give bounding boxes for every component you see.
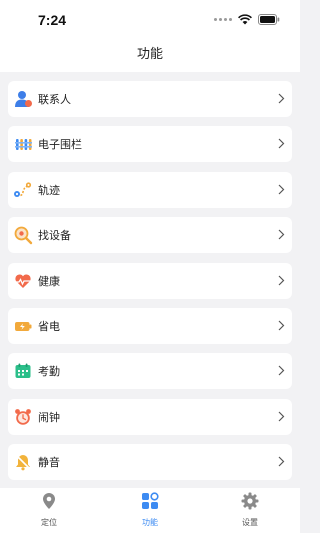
health-icon [12, 270, 34, 292]
location-pin-icon [43, 493, 55, 509]
chevron-right-icon [278, 275, 285, 285]
tab-label: 功能 [142, 518, 158, 527]
chevron-right-icon [278, 456, 285, 467]
list-item-find-device[interactable]: 找设备 [8, 217, 292, 254]
chevron-right-icon [278, 229, 285, 240]
feature-list: 联系人 电子围栏 轨迹 找设备 健康 省电 考勤 闹钟 静音 [8, 81, 292, 490]
chevron-right-icon [278, 93, 285, 104]
wifi-icon [238, 13, 252, 24]
list-item-label: 电子围栏 [38, 139, 82, 152]
attendance-icon [12, 360, 34, 382]
tab-label: 设置 [242, 518, 258, 527]
status-indicators [214, 13, 280, 25]
list-item-contacts[interactable]: 联系人 [8, 81, 292, 117]
tab-features[interactable]: 功能 [120, 492, 180, 528]
status-bar: 7:24 [0, 0, 300, 36]
grid-apps-icon [142, 492, 159, 509]
list-item-label: 闹钟 [38, 411, 60, 424]
list-item-label: 轨迹 [38, 184, 60, 197]
fence-icon [12, 133, 34, 155]
tab-settings[interactable]: 设置 [220, 492, 280, 528]
contacts-icon [12, 88, 34, 110]
alarm-icon [12, 406, 34, 428]
battery-icon [12, 315, 34, 337]
list-item-power-saving[interactable]: 省电 [8, 307, 292, 344]
list-item-route[interactable]: 轨迹 [8, 171, 292, 208]
tab-bar: 定位 功能 设置 [0, 488, 300, 533]
list-item-label: 静音 [38, 457, 60, 470]
tab-label: 定位 [41, 518, 57, 527]
list-item-mute[interactable]: 静音 [8, 444, 292, 481]
gear-icon [241, 492, 259, 510]
list-item-label: 省电 [38, 320, 60, 333]
page-title: 功能 [136, 46, 163, 61]
list-item-label: 考勤 [38, 366, 60, 379]
list-item-label: 联系人 [38, 94, 71, 106]
cellular-signal-icon [214, 17, 232, 21]
nav-bar: 功能 [0, 36, 300, 72]
list-item-alarm[interactable]: 闹钟 [8, 398, 292, 435]
route-icon [12, 179, 34, 201]
chevron-right-icon [278, 411, 285, 422]
list-item-fence[interactable]: 电子围栏 [8, 126, 292, 163]
tab-location[interactable]: 定位 [19, 492, 79, 528]
list-item-label: 健康 [38, 275, 60, 288]
status-time: 7:24 [38, 12, 67, 28]
chevron-right-icon [278, 365, 285, 376]
find-device-icon [12, 224, 34, 246]
chevron-right-icon [278, 320, 285, 331]
battery-status-icon [258, 13, 280, 25]
mute-bell-icon [12, 451, 34, 473]
chevron-right-icon [278, 184, 285, 195]
list-item-label: 找设备 [38, 230, 71, 243]
list-item-attendance[interactable]: 考勤 [8, 353, 292, 390]
list-item-health[interactable]: 健康 [8, 262, 292, 299]
chevron-right-icon [278, 138, 285, 149]
